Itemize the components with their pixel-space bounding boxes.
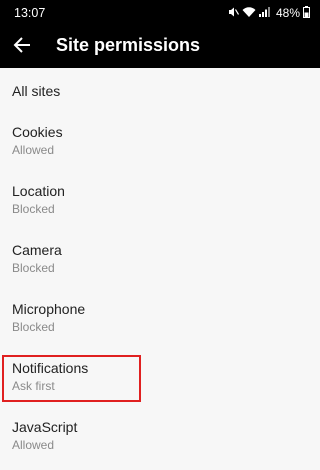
- list-item-camera[interactable]: Camera Blocked: [0, 230, 320, 289]
- list-item-label: All sites: [12, 83, 61, 99]
- status-icons: 48%: [227, 5, 310, 21]
- status-bar: 13:07 48%: [0, 0, 320, 26]
- page-title: Site permissions: [56, 35, 201, 55]
- list-item-location[interactable]: Location Blocked: [0, 171, 320, 230]
- list-item-status: Blocked: [12, 261, 55, 275]
- list-item-javascript[interactable]: JavaScript Allowed: [0, 407, 320, 466]
- list-item-status: Allowed: [12, 143, 55, 157]
- status-time: 13:07: [14, 6, 46, 20]
- list-item-label: Notifications: [12, 360, 89, 376]
- list-item-status: Blocked: [12, 320, 55, 334]
- list-item-label: Cookies: [12, 124, 63, 140]
- list-item-status: Allowed: [12, 438, 55, 452]
- back-button[interactable]: [8, 33, 36, 61]
- permissions-list: All sites Cookies Allowed Location Block…: [0, 68, 320, 466]
- battery-level: 48%: [275, 6, 300, 20]
- list-item-cookies[interactable]: Cookies Allowed: [0, 112, 320, 171]
- arrow-left-icon: [12, 35, 32, 60]
- list-item-label: Location: [12, 183, 65, 199]
- app-bar: Site permissions: [0, 26, 320, 68]
- list-item-microphone[interactable]: Microphone Blocked: [0, 289, 320, 348]
- signal-icon: [258, 6, 271, 21]
- list-item-all-sites[interactable]: All sites: [0, 68, 320, 112]
- wifi-icon: [242, 6, 256, 21]
- list-item-label: JavaScript: [12, 419, 78, 435]
- battery-icon: [303, 5, 310, 21]
- list-item-notifications[interactable]: Notifications Ask first: [0, 348, 320, 407]
- list-item-label: Camera: [12, 242, 62, 258]
- list-item-status: Blocked: [12, 202, 55, 216]
- list-item-status: Ask first: [12, 379, 55, 393]
- mute-icon: [227, 6, 239, 21]
- list-item-label: Microphone: [12, 301, 86, 317]
